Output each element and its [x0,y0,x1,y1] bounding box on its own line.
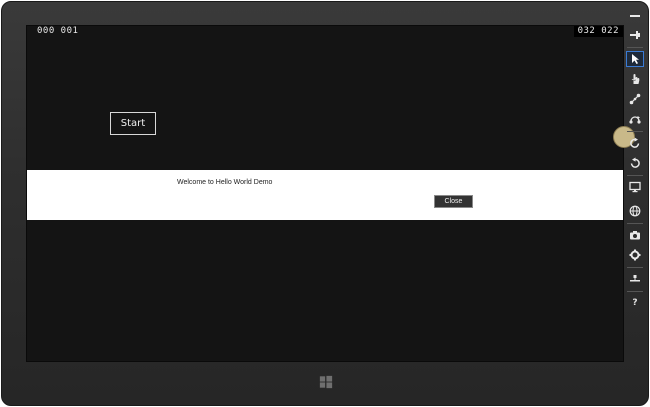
frame-counter-right: 032 022 [573,26,623,37]
set-location-icon[interactable] [626,203,644,219]
help-glyph: ? [632,298,638,308]
frame-counter-left: 000 001 [37,26,79,36]
rotate-counterclockwise-icon[interactable] [626,155,644,171]
help-icon[interactable]: ? [626,295,644,311]
simulator-screen[interactable]: 000 001 032 022 Start Welcome to Hello W… [26,25,624,362]
start-button[interactable]: Start [110,112,156,135]
message-dialog: Welcome to Hello World Demo Close [27,170,623,220]
minimize-icon[interactable] [626,8,644,24]
toolbar-divider [627,291,643,292]
toolbar-divider [627,223,643,224]
pinch-zoom-icon[interactable] [626,91,644,107]
dialog-message: Welcome to Hello World Demo [177,179,273,186]
toolbar-divider [627,267,643,268]
settings-gear-icon[interactable] [626,247,644,263]
network-icon[interactable] [626,271,644,287]
toolbar-divider [627,47,643,48]
simulator-toolbar: ? [625,6,645,316]
windows-start-button[interactable] [318,374,334,390]
touch-hand-icon[interactable] [626,71,644,87]
toolbar-divider [627,175,643,176]
rotate-clockwise-icon[interactable] [626,135,644,151]
rotate-gesture-icon[interactable] [626,111,644,127]
windows-logo-icon [319,375,333,389]
close-button[interactable]: Close [434,195,473,208]
toolbar-divider [627,131,643,132]
change-resolution-icon[interactable] [626,179,644,195]
mouse-pointer-icon[interactable] [626,51,644,67]
pin-icon[interactable] [626,27,644,43]
screenshot-camera-icon[interactable] [626,227,644,243]
